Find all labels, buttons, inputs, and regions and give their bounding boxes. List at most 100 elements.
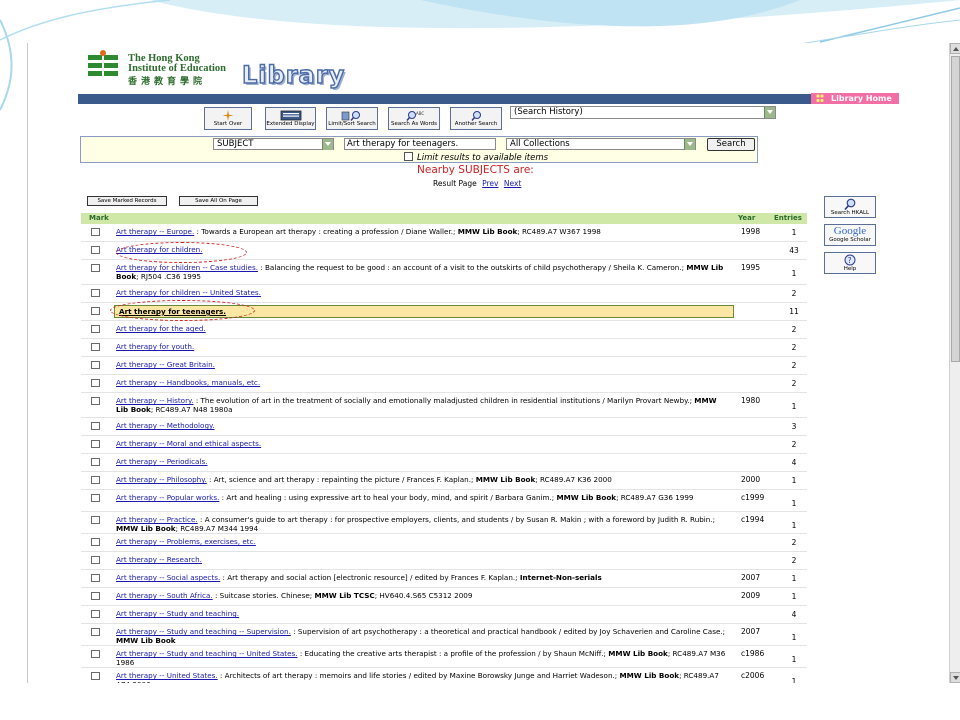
results-table: Mark Year Entries Art therapy -- Europe.… [81, 213, 807, 683]
row-description: Art therapy -- Study and teaching -- Sup… [116, 627, 731, 645]
limit-available-checkbox[interactable] [404, 152, 413, 161]
annotation-oval-children [116, 242, 247, 263]
help-button[interactable]: ? Help [824, 252, 876, 274]
search-as-words-button[interactable]: ABC Search As Words [388, 107, 440, 130]
next-link[interactable]: Next [504, 179, 521, 188]
chevron-down-icon [764, 107, 775, 118]
mark-checkbox[interactable] [91, 476, 100, 484]
result-pager: Result Page Prev Next [433, 179, 521, 188]
year-cell: c1994 [741, 515, 765, 524]
limit-available-option[interactable]: Limit results to available items [404, 152, 548, 163]
col-entries: Entries [774, 214, 802, 222]
mark-checkbox[interactable] [91, 379, 100, 387]
mark-checkbox[interactable] [91, 440, 100, 448]
row-description: Art therapy -- Philosophy. : Art, scienc… [116, 475, 731, 484]
mark-checkbox[interactable] [91, 325, 100, 333]
save-all-button[interactable]: Save All On Page [179, 196, 258, 206]
save-marked-button[interactable]: Save Marked Records [87, 196, 167, 206]
row-description: Art therapy -- Methodology. [116, 421, 731, 430]
mark-checkbox[interactable] [91, 458, 100, 466]
search-hkall-button[interactable]: Search HKALL [824, 196, 876, 218]
subject-link[interactable]: Art therapy -- United States. [116, 671, 218, 680]
scrollbar-thumb[interactable] [951, 56, 960, 362]
extended-display-button[interactable]: Extended Display [265, 107, 316, 130]
record-text: : Balancing the request to be good : an … [258, 263, 687, 272]
svg-text:?: ? [848, 256, 852, 265]
google-logo: Google [833, 225, 867, 237]
subject-link[interactable]: Art therapy -- Study and teaching. [116, 609, 239, 618]
subject-link[interactable]: Art therapy -- Popular works. [116, 493, 219, 502]
mark-checkbox[interactable] [91, 494, 100, 502]
subject-link[interactable]: Art therapy for children -- Case studies… [116, 263, 258, 272]
entries-cell: 1 [791, 402, 797, 411]
mark-checkbox[interactable] [91, 574, 100, 582]
mark-checkbox[interactable] [91, 628, 100, 636]
search-button[interactable]: Search [707, 138, 755, 151]
table-row: Art therapy -- Social aspects. : Art the… [81, 570, 807, 588]
google-scholar-button[interactable]: Google Google Scholar [824, 224, 876, 246]
mark-checkbox[interactable] [91, 397, 100, 405]
subject-link[interactable]: Art therapy -- Handbooks, manuals, etc. [116, 378, 260, 387]
mark-checkbox[interactable] [91, 289, 100, 297]
scroll-down-icon[interactable] [950, 672, 960, 683]
subject-link[interactable]: Art therapy -- Study and teaching -- Sup… [116, 627, 291, 636]
google-scholar-label: Google Scholar [829, 237, 871, 243]
prev-link[interactable]: Prev [482, 179, 498, 188]
mark-checkbox[interactable] [91, 538, 100, 546]
year-cell: 2000 [741, 475, 761, 484]
magnifier-abc-icon: ABC [406, 111, 424, 121]
vertical-scrollbar[interactable] [949, 43, 960, 683]
scroll-up-icon[interactable] [950, 43, 960, 54]
mark-checkbox[interactable] [91, 556, 100, 564]
subject-link[interactable]: Art therapy -- Practice. [116, 515, 198, 524]
subject-link[interactable]: Art therapy -- Problems, exercises, etc. [116, 537, 256, 546]
call-number: ; RC489.A7 W367 1998 [517, 227, 601, 236]
mark-checkbox[interactable] [91, 228, 100, 236]
mark-checkbox[interactable] [91, 672, 100, 680]
record-text: : Supervision of art psychotherapy : a t… [290, 627, 726, 636]
library-home-link[interactable]: Library Home [811, 93, 899, 104]
another-search-label: Another Search [454, 121, 498, 127]
search-history-select[interactable]: (Search History) [510, 106, 776, 119]
subject-link[interactable]: Art therapy for the aged. [116, 324, 206, 333]
mark-checkbox[interactable] [91, 361, 100, 369]
subject-link[interactable]: Art therapy -- Europe. [116, 227, 194, 236]
subject-link[interactable]: Art therapy -- History. [116, 396, 194, 405]
year-cell: 2009 [741, 591, 761, 600]
collection-select[interactable]: All Collections [506, 138, 696, 150]
subject-link[interactable]: Art therapy -- Research. [116, 555, 202, 564]
location-label: MMW Lib TCSC [314, 591, 375, 600]
limit-sort-label: Limit/Sort Search [328, 121, 376, 127]
row-description: Art therapy -- Popular works. : Art and … [116, 493, 731, 502]
call-number: ; RC489.A7 N48 1980a [150, 405, 233, 414]
mark-checkbox[interactable] [91, 592, 100, 600]
mark-checkbox[interactable] [91, 246, 100, 254]
search-index-select[interactable]: SUBJECT [213, 138, 334, 150]
subject-link[interactable]: Art therapy -- Periodicals. [116, 457, 208, 466]
subject-link[interactable]: Art therapy for youth. [116, 342, 194, 351]
mark-checkbox[interactable] [91, 516, 100, 524]
subject-link[interactable]: Art therapy -- Methodology. [116, 421, 215, 430]
entries-cell: 1 [791, 592, 797, 601]
subject-link[interactable]: Art therapy -- Great Britain. [116, 360, 215, 369]
mark-checkbox[interactable] [91, 650, 100, 658]
subject-link[interactable]: Art therapy -- Social aspects. [116, 573, 220, 582]
mark-checkbox[interactable] [91, 264, 100, 272]
mark-checkbox[interactable] [91, 307, 100, 315]
library-home-label: Library Home [831, 94, 892, 103]
start-over-button[interactable]: Start Over [204, 107, 252, 130]
table-row: Art therapy -- Practice. : A consumer's … [81, 512, 807, 534]
mark-checkbox[interactable] [91, 610, 100, 618]
mark-checkbox[interactable] [91, 343, 100, 351]
table-row: Art therapy for youth. 2 [81, 339, 807, 357]
subject-link[interactable]: Art therapy -- South Africa. [116, 591, 213, 600]
mark-checkbox[interactable] [91, 422, 100, 430]
search-input[interactable]: Art therapy for teenagers. [344, 138, 496, 150]
another-search-button[interactable]: Another Search [450, 107, 502, 130]
subject-link[interactable]: Art therapy for children -- United State… [116, 288, 261, 297]
limit-sort-button[interactable]: Limit/Sort Search [326, 107, 378, 130]
location-label: Internet-Non-serials [519, 573, 602, 582]
subject-link[interactable]: Art therapy -- Study and teaching -- Uni… [116, 649, 298, 658]
subject-link[interactable]: Art therapy -- Moral and ethical aspects… [116, 439, 261, 448]
subject-link[interactable]: Art therapy -- Philosophy. [116, 475, 207, 484]
